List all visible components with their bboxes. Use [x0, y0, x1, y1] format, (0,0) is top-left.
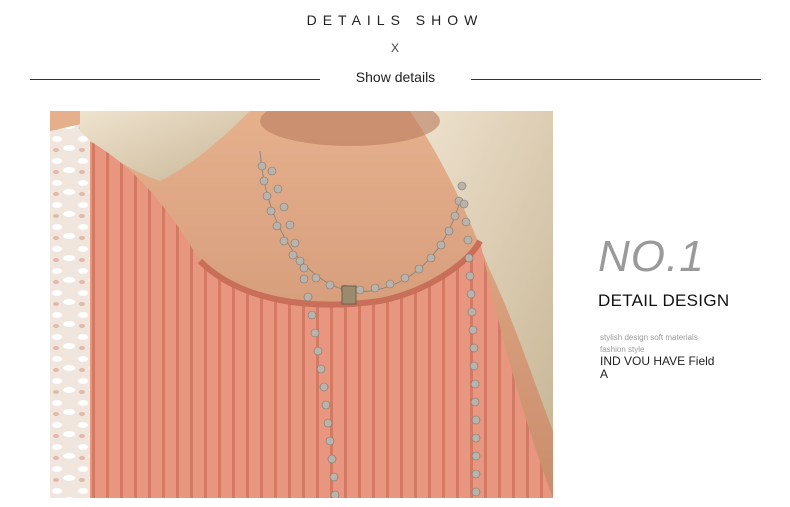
product-photo — [50, 111, 553, 498]
product-photo-illustration — [50, 111, 553, 498]
detail-number-label: NO.1 — [598, 232, 705, 281]
detail-heading: DETAIL DESIGN — [598, 291, 730, 310]
close-x-mark: X — [390, 41, 399, 55]
section-title: DETAILS SHOW — [306, 12, 484, 28]
product-detail-page: DETAILS SHOW X Show details NO.1 DETAIL … — [0, 0, 790, 507]
section-subtitle: Show details — [355, 69, 436, 85]
detail-text-line-2: A — [600, 367, 609, 381]
detail-text-line-1: IND VOU HAVE Field — [600, 354, 715, 368]
detail-caption-line-2: fashion style — [600, 345, 645, 354]
detail-caption-line-1: stylish design soft materials — [600, 333, 698, 342]
divider-left — [30, 79, 320, 80]
divider-right — [471, 79, 761, 80]
